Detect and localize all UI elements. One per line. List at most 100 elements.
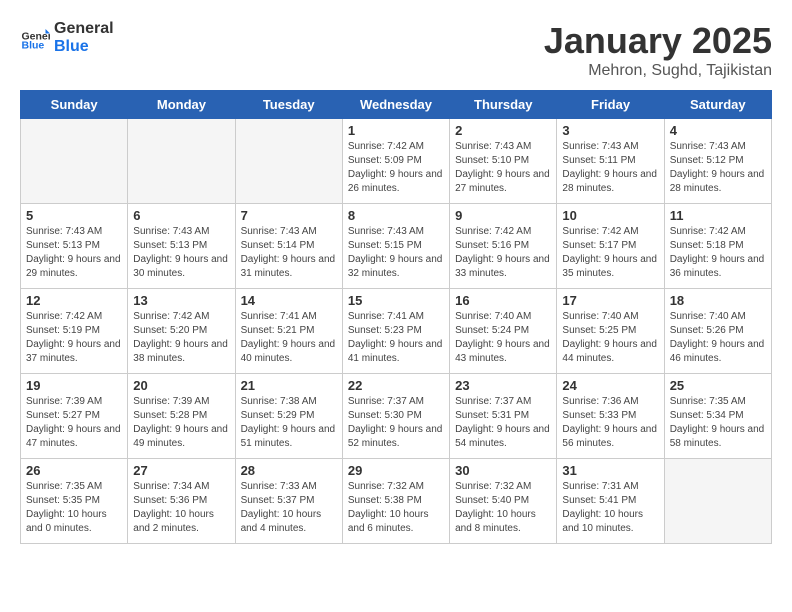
cell-details: Sunrise: 7:43 AMSunset: 5:14 PMDaylight:… [241, 225, 337, 281]
day-number: 28 [241, 463, 337, 478]
day-number: 26 [26, 463, 122, 478]
cell-details: Sunrise: 7:43 AMSunset: 5:11 PMDaylight:… [562, 140, 658, 196]
cell-details: Sunrise: 7:42 AMSunset: 5:19 PMDaylight:… [26, 310, 122, 366]
calendar-cell: 10Sunrise: 7:42 AMSunset: 5:17 PMDayligh… [557, 204, 664, 289]
title-area: January 2025 Mehron, Sughd, Tajikistan [544, 20, 772, 80]
day-number: 7 [241, 208, 337, 223]
calendar-cell [235, 119, 342, 204]
cell-details: Sunrise: 7:43 AMSunset: 5:15 PMDaylight:… [348, 225, 444, 281]
cell-details: Sunrise: 7:32 AMSunset: 5:40 PMDaylight:… [455, 480, 551, 536]
cell-details: Sunrise: 7:40 AMSunset: 5:25 PMDaylight:… [562, 310, 658, 366]
calendar-cell: 8Sunrise: 7:43 AMSunset: 5:15 PMDaylight… [342, 204, 449, 289]
calendar-table: SundayMondayTuesdayWednesdayThursdayFrid… [20, 90, 772, 544]
calendar-cell: 6 Sunrise: 7:43 AMSunset: 5:13 PMDaylight… [128, 204, 235, 289]
cell-details: Sunrise: 7:31 AMSunset: 5:41 PMDaylight:… [562, 480, 658, 536]
cell-details: Sunrise: 7:37 AMSunset: 5:30 PMDaylight:… [348, 395, 444, 451]
day-number: 9 [455, 208, 551, 223]
cell-details: Sunrise: 7:41 AMSunset: 5:21 PMDaylight:… [241, 310, 337, 366]
weekday-header-tuesday: Tuesday [235, 91, 342, 119]
calendar-cell: 19 Sunrise: 7:39 AMSunset: 5:27 PMDayligh… [21, 374, 128, 459]
calendar-subtitle: Mehron, Sughd, Tajikistan [544, 62, 772, 80]
calendar-cell: 1 Sunrise: 7:42 AMSunset: 5:09 PMDaylight… [342, 119, 449, 204]
cell-details: Sunrise: 7:42 AMSunset: 5:18 PMDaylight:… [670, 225, 766, 281]
cell-details: Sunrise: 7:34 AMSunset: 5:36 PMDaylight:… [133, 480, 229, 536]
weekday-header-monday: Monday [128, 91, 235, 119]
calendar-cell: 9Sunrise: 7:42 AMSunset: 5:16 PMDaylight… [450, 204, 557, 289]
day-number: 23 [455, 378, 551, 393]
calendar-cell: 20Sunrise: 7:39 AMSunset: 5:28 PMDayligh… [128, 374, 235, 459]
cell-details: Sunrise: 7:42 AMSunset: 5:09 PMDaylight:… [348, 140, 444, 196]
cell-details: Sunrise: 7:43 AMSunset: 5:10 PMDaylight:… [455, 140, 551, 196]
logo: General Blue General Blue [20, 20, 114, 55]
cell-details: Sunrise: 7:35 AMSunset: 5:34 PMDaylight:… [670, 395, 766, 451]
calendar-cell: 28 Sunrise: 7:33 AMSunset: 5:37 PMDayligh… [235, 459, 342, 544]
cell-details: Sunrise: 7:33 AMSunset: 5:37 PMDaylight:… [241, 480, 337, 536]
calendar-cell: 23 Sunrise: 7:37 AMSunset: 5:31 PMDayligh… [450, 374, 557, 459]
cell-details: Sunrise: 7:40 AMSunset: 5:24 PMDaylight:… [455, 310, 551, 366]
day-number: 2 [455, 123, 551, 138]
weekday-header-thursday: Thursday [450, 91, 557, 119]
calendar-cell: 17 Sunrise: 7:40 AMSunset: 5:25 PMDayligh… [557, 289, 664, 374]
calendar-cell: 13Sunrise: 7:42 AMSunset: 5:20 PMDayligh… [128, 289, 235, 374]
weekday-header-saturday: Saturday [664, 91, 771, 119]
calendar-cell: 22 Sunrise: 7:37 AMSunset: 5:30 PMDayligh… [342, 374, 449, 459]
calendar-cell: 12 Sunrise: 7:42 AMSunset: 5:19 PMDayligh… [21, 289, 128, 374]
calendar-cell: 15Sunrise: 7:41 AMSunset: 5:23 PMDayligh… [342, 289, 449, 374]
cell-details: Sunrise: 7:35 AMSunset: 5:35 PMDaylight:… [26, 480, 122, 536]
calendar-cell: 2 Sunrise: 7:43 AMSunset: 5:10 PMDaylight… [450, 119, 557, 204]
cell-details: Sunrise: 7:39 AMSunset: 5:27 PMDaylight:… [26, 395, 122, 451]
cell-details: Sunrise: 7:40 AMSunset: 5:26 PMDaylight:… [670, 310, 766, 366]
day-number: 31 [562, 463, 658, 478]
calendar-cell [664, 459, 771, 544]
calendar-cell: 3 Sunrise: 7:43 AMSunset: 5:11 PMDaylight… [557, 119, 664, 204]
weekday-header-friday: Friday [557, 91, 664, 119]
day-number: 3 [562, 123, 658, 138]
day-number: 27 [133, 463, 229, 478]
day-number: 13 [133, 293, 229, 308]
calendar-cell: 27 Sunrise: 7:34 AMSunset: 5:36 PMDayligh… [128, 459, 235, 544]
day-number: 12 [26, 293, 122, 308]
day-number: 22 [348, 378, 444, 393]
calendar-cell: 11 Sunrise: 7:42 AMSunset: 5:18 PMDayligh… [664, 204, 771, 289]
weekday-header-sunday: Sunday [21, 91, 128, 119]
day-number: 17 [562, 293, 658, 308]
cell-details: Sunrise: 7:39 AMSunset: 5:28 PMDaylight:… [133, 395, 229, 451]
day-number: 16 [455, 293, 551, 308]
calendar-cell: 29Sunrise: 7:32 AMSunset: 5:38 PMDayligh… [342, 459, 449, 544]
day-number: 30 [455, 463, 551, 478]
day-number: 1 [348, 123, 444, 138]
calendar-cell: 16 Sunrise: 7:40 AMSunset: 5:24 PMDayligh… [450, 289, 557, 374]
calendar-cell: 21 Sunrise: 7:38 AMSunset: 5:29 PMDayligh… [235, 374, 342, 459]
day-number: 25 [670, 378, 766, 393]
calendar-cell: 7 Sunrise: 7:43 AMSunset: 5:14 PMDaylight… [235, 204, 342, 289]
cell-details: Sunrise: 7:43 AMSunset: 5:13 PMDaylight:… [133, 225, 229, 281]
cell-details: Sunrise: 7:38 AMSunset: 5:29 PMDaylight:… [241, 395, 337, 451]
calendar-cell: 26 Sunrise: 7:35 AMSunset: 5:35 PMDayligh… [21, 459, 128, 544]
calendar-cell: 30 Sunrise: 7:32 AMSunset: 5:40 PMDayligh… [450, 459, 557, 544]
header: General Blue General Blue January 2025 M… [20, 20, 772, 80]
calendar-cell: 25 Sunrise: 7:35 AMSunset: 5:34 PMDayligh… [664, 374, 771, 459]
logo-icon: General Blue [20, 23, 50, 53]
day-number: 19 [26, 378, 122, 393]
day-number: 14 [241, 293, 337, 308]
weekday-header-wednesday: Wednesday [342, 91, 449, 119]
day-number: 18 [670, 293, 766, 308]
calendar-cell [21, 119, 128, 204]
cell-details: Sunrise: 7:42 AMSunset: 5:17 PMDaylight:… [562, 225, 658, 281]
cell-details: Sunrise: 7:43 AMSunset: 5:12 PMDaylight:… [670, 140, 766, 196]
day-number: 6 [133, 208, 229, 223]
day-number: 11 [670, 208, 766, 223]
day-number: 5 [26, 208, 122, 223]
day-number: 21 [241, 378, 337, 393]
calendar-cell: 31 Sunrise: 7:31 AMSunset: 5:41 PMDayligh… [557, 459, 664, 544]
cell-details: Sunrise: 7:36 AMSunset: 5:33 PMDaylight:… [562, 395, 658, 451]
day-number: 15 [348, 293, 444, 308]
day-number: 29 [348, 463, 444, 478]
calendar-cell [128, 119, 235, 204]
calendar-cell: 24 Sunrise: 7:36 AMSunset: 5:33 PMDayligh… [557, 374, 664, 459]
calendar-cell: 4Sunrise: 7:43 AMSunset: 5:12 PMDaylight… [664, 119, 771, 204]
calendar-title: January 2025 [544, 20, 772, 62]
calendar-cell: 14 Sunrise: 7:41 AMSunset: 5:21 PMDayligh… [235, 289, 342, 374]
cell-details: Sunrise: 7:37 AMSunset: 5:31 PMDaylight:… [455, 395, 551, 451]
day-number: 24 [562, 378, 658, 393]
